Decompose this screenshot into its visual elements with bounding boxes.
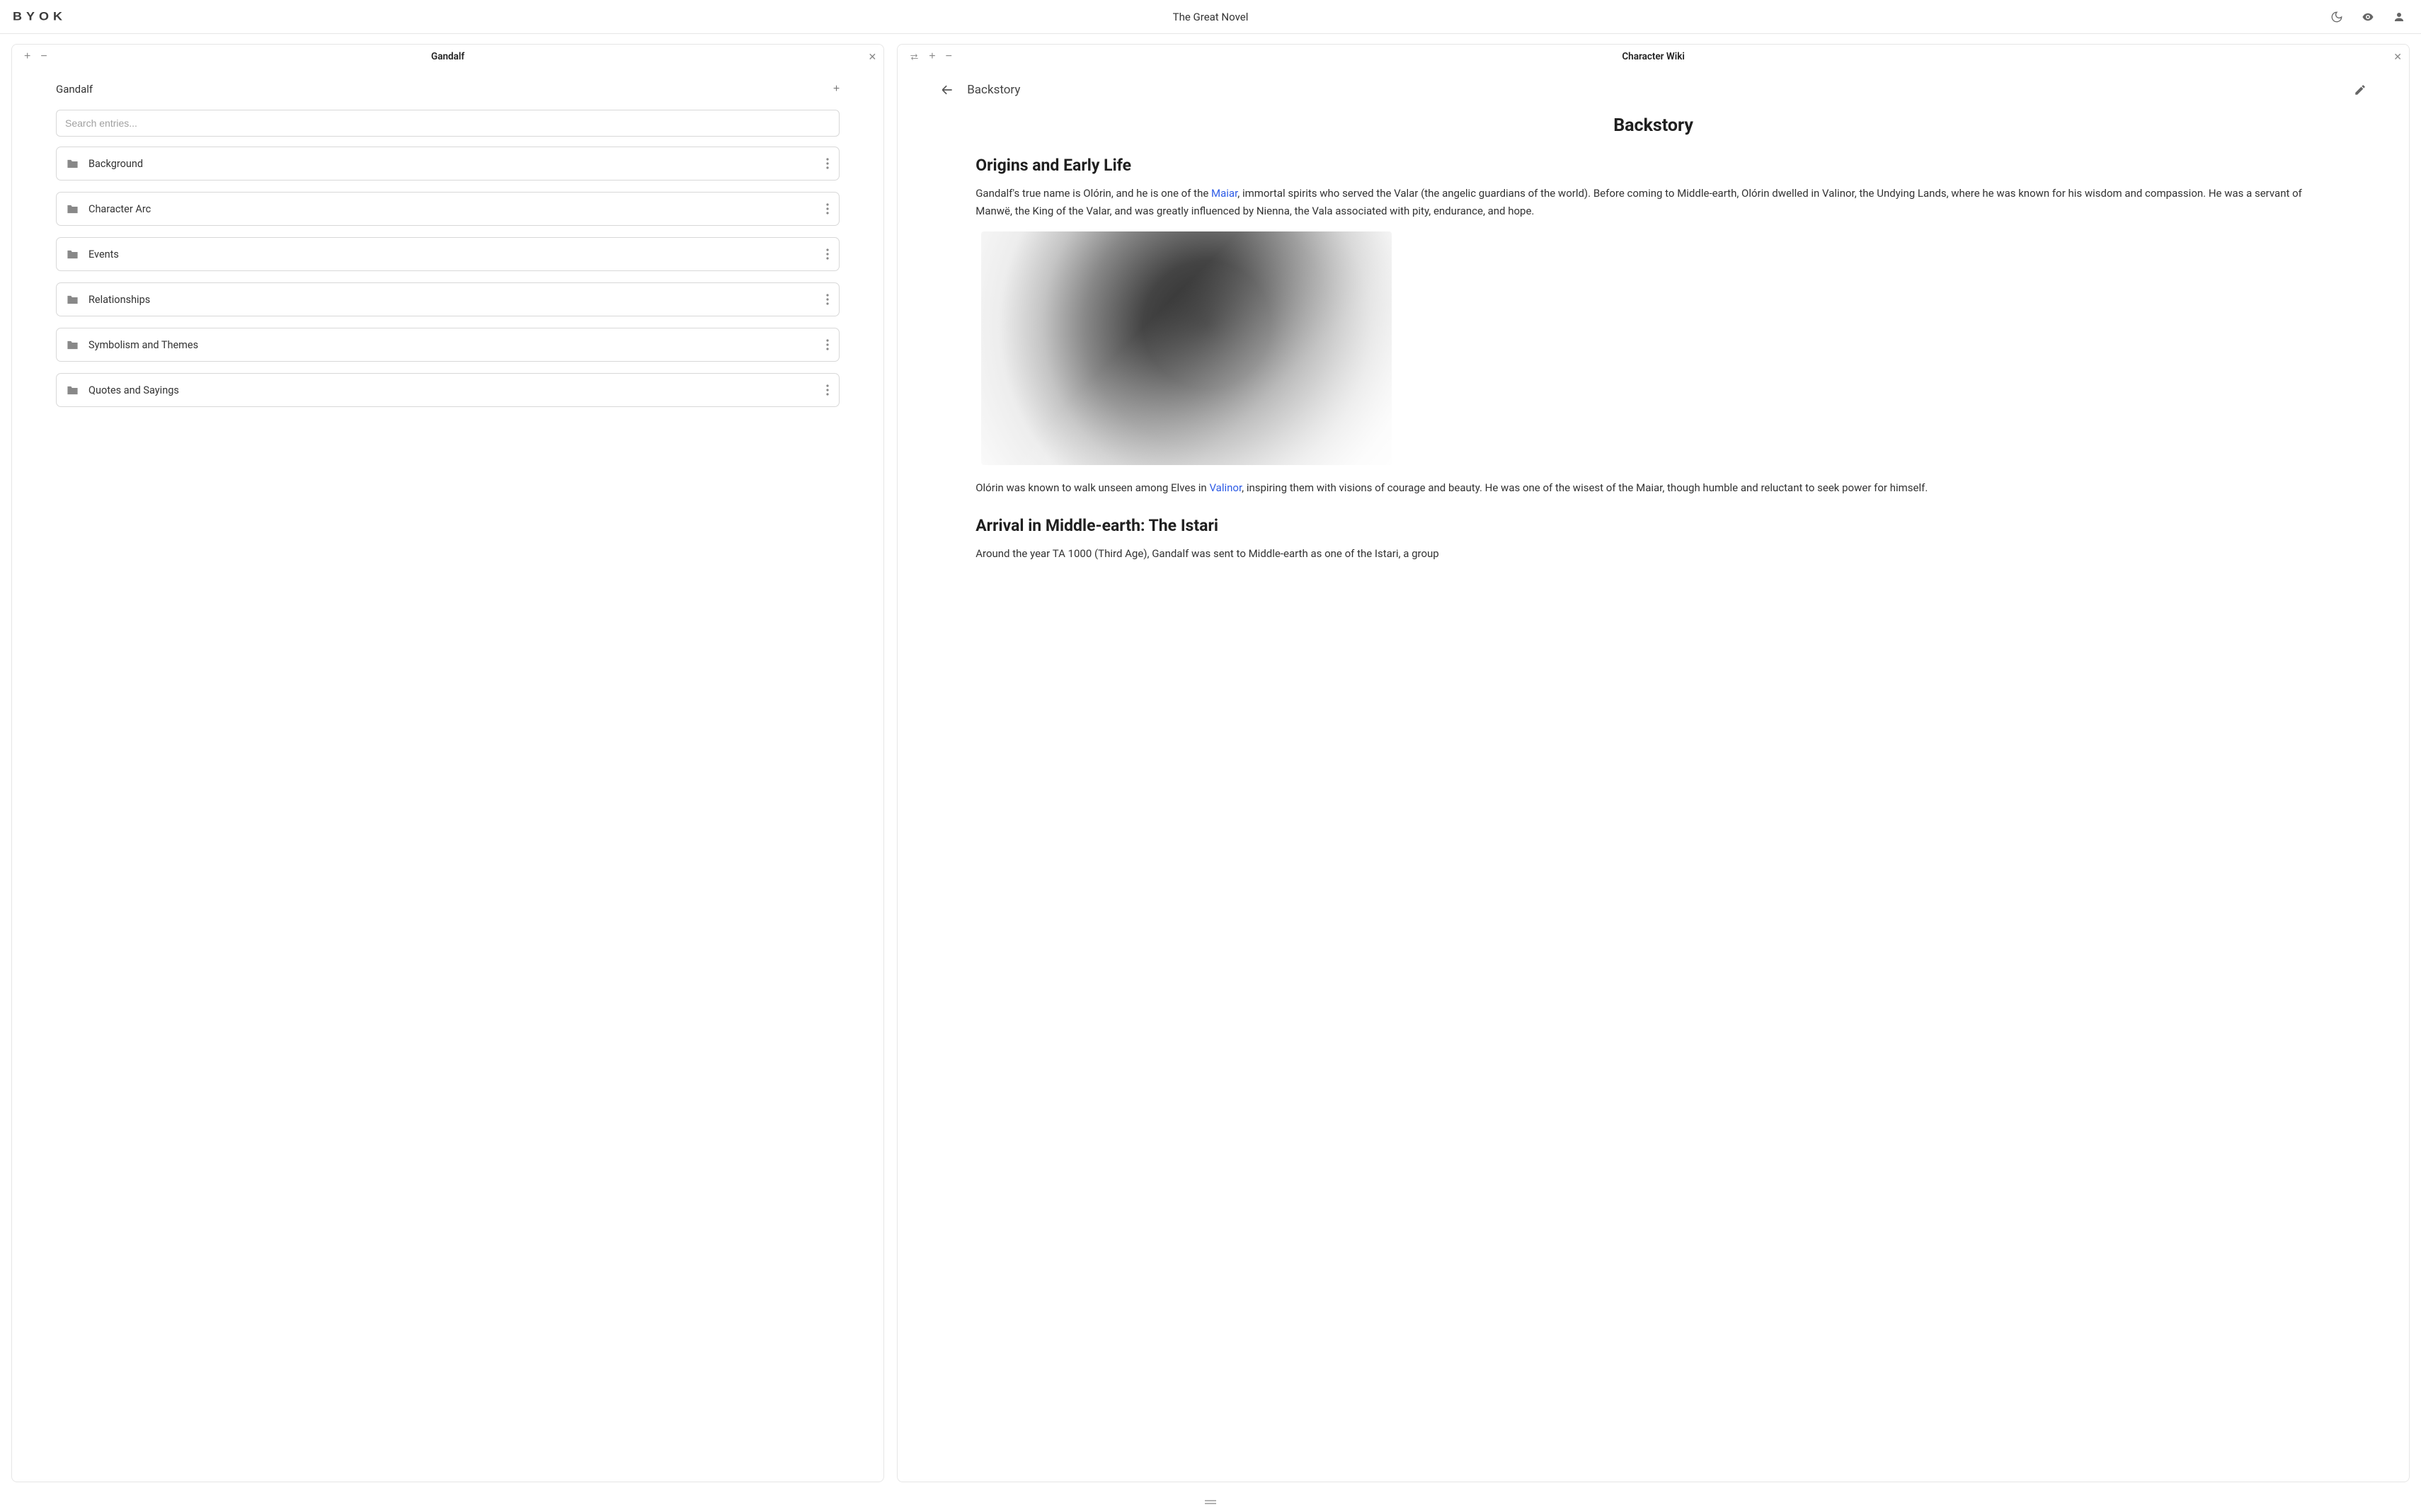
- paragraph-istari: Around the year TA 1000 (Third Age), Gan…: [975, 545, 2331, 563]
- entry-item[interactable]: Quotes and Sayings: [56, 373, 840, 407]
- page-title: Backstory: [975, 115, 2331, 136]
- folder-icon: [67, 294, 79, 305]
- entry-label: Events: [88, 248, 826, 260]
- right-tabbar: + − Character Wiki ✕: [898, 45, 2409, 69]
- person-icon: [2393, 11, 2405, 23]
- entry-item[interactable]: Character Arc: [56, 192, 840, 226]
- panel-wiki: + − Character Wiki ✕ Backstory Backstory…: [897, 44, 2410, 1482]
- entry-label: Relationships: [88, 294, 826, 306]
- bottom-bar: [0, 1492, 2421, 1512]
- entry-label: Character Arc: [88, 203, 826, 215]
- left-tabbar: + − Gandalf ✕: [12, 45, 883, 69]
- entry-more-button[interactable]: [826, 158, 829, 169]
- image-block: [981, 231, 2331, 465]
- arrow-left-icon: [940, 83, 954, 97]
- section-heading-istari: Arrival in Middle-earth: The Istari: [975, 516, 2331, 535]
- moon-icon: [2330, 11, 2343, 23]
- section-heading-origins: Origins and Early Life: [975, 156, 2331, 175]
- text-span: , inspiring them with visions of courage…: [1242, 481, 1928, 494]
- right-tab-title: Character Wiki: [1622, 51, 1685, 62]
- entry-label: Background: [88, 158, 826, 170]
- entry-label: Quotes and Sayings: [88, 384, 826, 396]
- text-span: Olórin was known to walk unseen among El…: [975, 481, 1209, 494]
- bottom-drawer-handle[interactable]: [1204, 1499, 1217, 1506]
- pencil-icon: [2354, 84, 2366, 96]
- add-tab-button-left[interactable]: +: [19, 50, 35, 63]
- entry-more-button[interactable]: [826, 384, 829, 396]
- app-logo: BYOK: [13, 10, 67, 23]
- add-entry-button[interactable]: +: [833, 83, 840, 96]
- right-panel-body[interactable]: Backstory Backstory Origins and Early Li…: [898, 69, 2409, 1482]
- document-title: The Great Novel: [1173, 11, 1249, 23]
- left-panel-body: Gandalf + Background Character Arc Events R…: [12, 69, 883, 1482]
- folder-icon: [67, 385, 79, 396]
- folder-icon: [67, 249, 79, 260]
- drag-handle-icon: [1204, 1499, 1217, 1506]
- swap-icon: [910, 52, 919, 62]
- text-span: Gandalf's true name is Olórin, and he is…: [975, 187, 1211, 200]
- workspace: + − Gandalf ✕ Gandalf + Background Charac…: [0, 34, 2421, 1492]
- link-valinor[interactable]: Valinor: [1209, 481, 1242, 494]
- back-button[interactable]: [940, 83, 954, 97]
- article: Backstory Origins and Early Life Gandalf…: [898, 103, 2409, 601]
- link-maiar[interactable]: Maiar: [1211, 187, 1237, 200]
- gandalf-illustration: [981, 231, 1392, 465]
- entry-more-button[interactable]: [826, 294, 829, 305]
- entry-item[interactable]: Events: [56, 237, 840, 271]
- breadcrumb: Gandalf: [56, 83, 93, 96]
- folder-icon: [67, 159, 79, 169]
- close-tab-button-right[interactable]: ✕: [2393, 51, 2402, 63]
- left-tab-title: Gandalf: [431, 51, 464, 62]
- search-input[interactable]: [56, 110, 840, 137]
- theme-toggle-button[interactable]: [2328, 8, 2346, 26]
- paragraph-valinor: Olórin was known to walk unseen among El…: [975, 479, 2331, 497]
- entry-label: Symbolism and Themes: [88, 339, 826, 351]
- article-breadcrumb: Backstory: [967, 83, 2341, 97]
- minimize-tab-button-left[interactable]: −: [35, 50, 52, 63]
- close-tab-button-left[interactable]: ✕: [868, 51, 876, 63]
- entry-item[interactable]: Symbolism and Themes: [56, 328, 840, 362]
- folder-icon: [67, 204, 79, 214]
- account-button[interactable]: [2390, 8, 2408, 26]
- minimize-tab-button-right[interactable]: −: [941, 50, 957, 63]
- entry-item[interactable]: Background: [56, 147, 840, 181]
- entry-more-button[interactable]: [826, 203, 829, 214]
- breadcrumb-row: Gandalf +: [12, 74, 883, 104]
- header-actions: [2328, 8, 2408, 26]
- edit-button[interactable]: [2354, 84, 2366, 96]
- entry-list: Background Character Arc Events Relationshi…: [12, 147, 883, 407]
- panel-character-entries: + − Gandalf ✕ Gandalf + Background Charac…: [11, 44, 884, 1482]
- visibility-button[interactable]: [2359, 8, 2377, 26]
- add-tab-button-right[interactable]: +: [924, 50, 940, 63]
- paragraph-origins: Gandalf's true name is Olórin, and he is…: [975, 185, 2331, 220]
- entry-more-button[interactable]: [826, 339, 829, 350]
- folder-icon: [67, 340, 79, 350]
- entry-more-button[interactable]: [826, 248, 829, 260]
- search-wrap: [12, 104, 883, 147]
- swap-panels-button[interactable]: [905, 52, 924, 62]
- eye-icon: [2362, 11, 2374, 23]
- article-header: Backstory: [898, 74, 2409, 103]
- app-header: BYOK The Great Novel: [0, 0, 2421, 34]
- entry-item[interactable]: Relationships: [56, 282, 840, 316]
